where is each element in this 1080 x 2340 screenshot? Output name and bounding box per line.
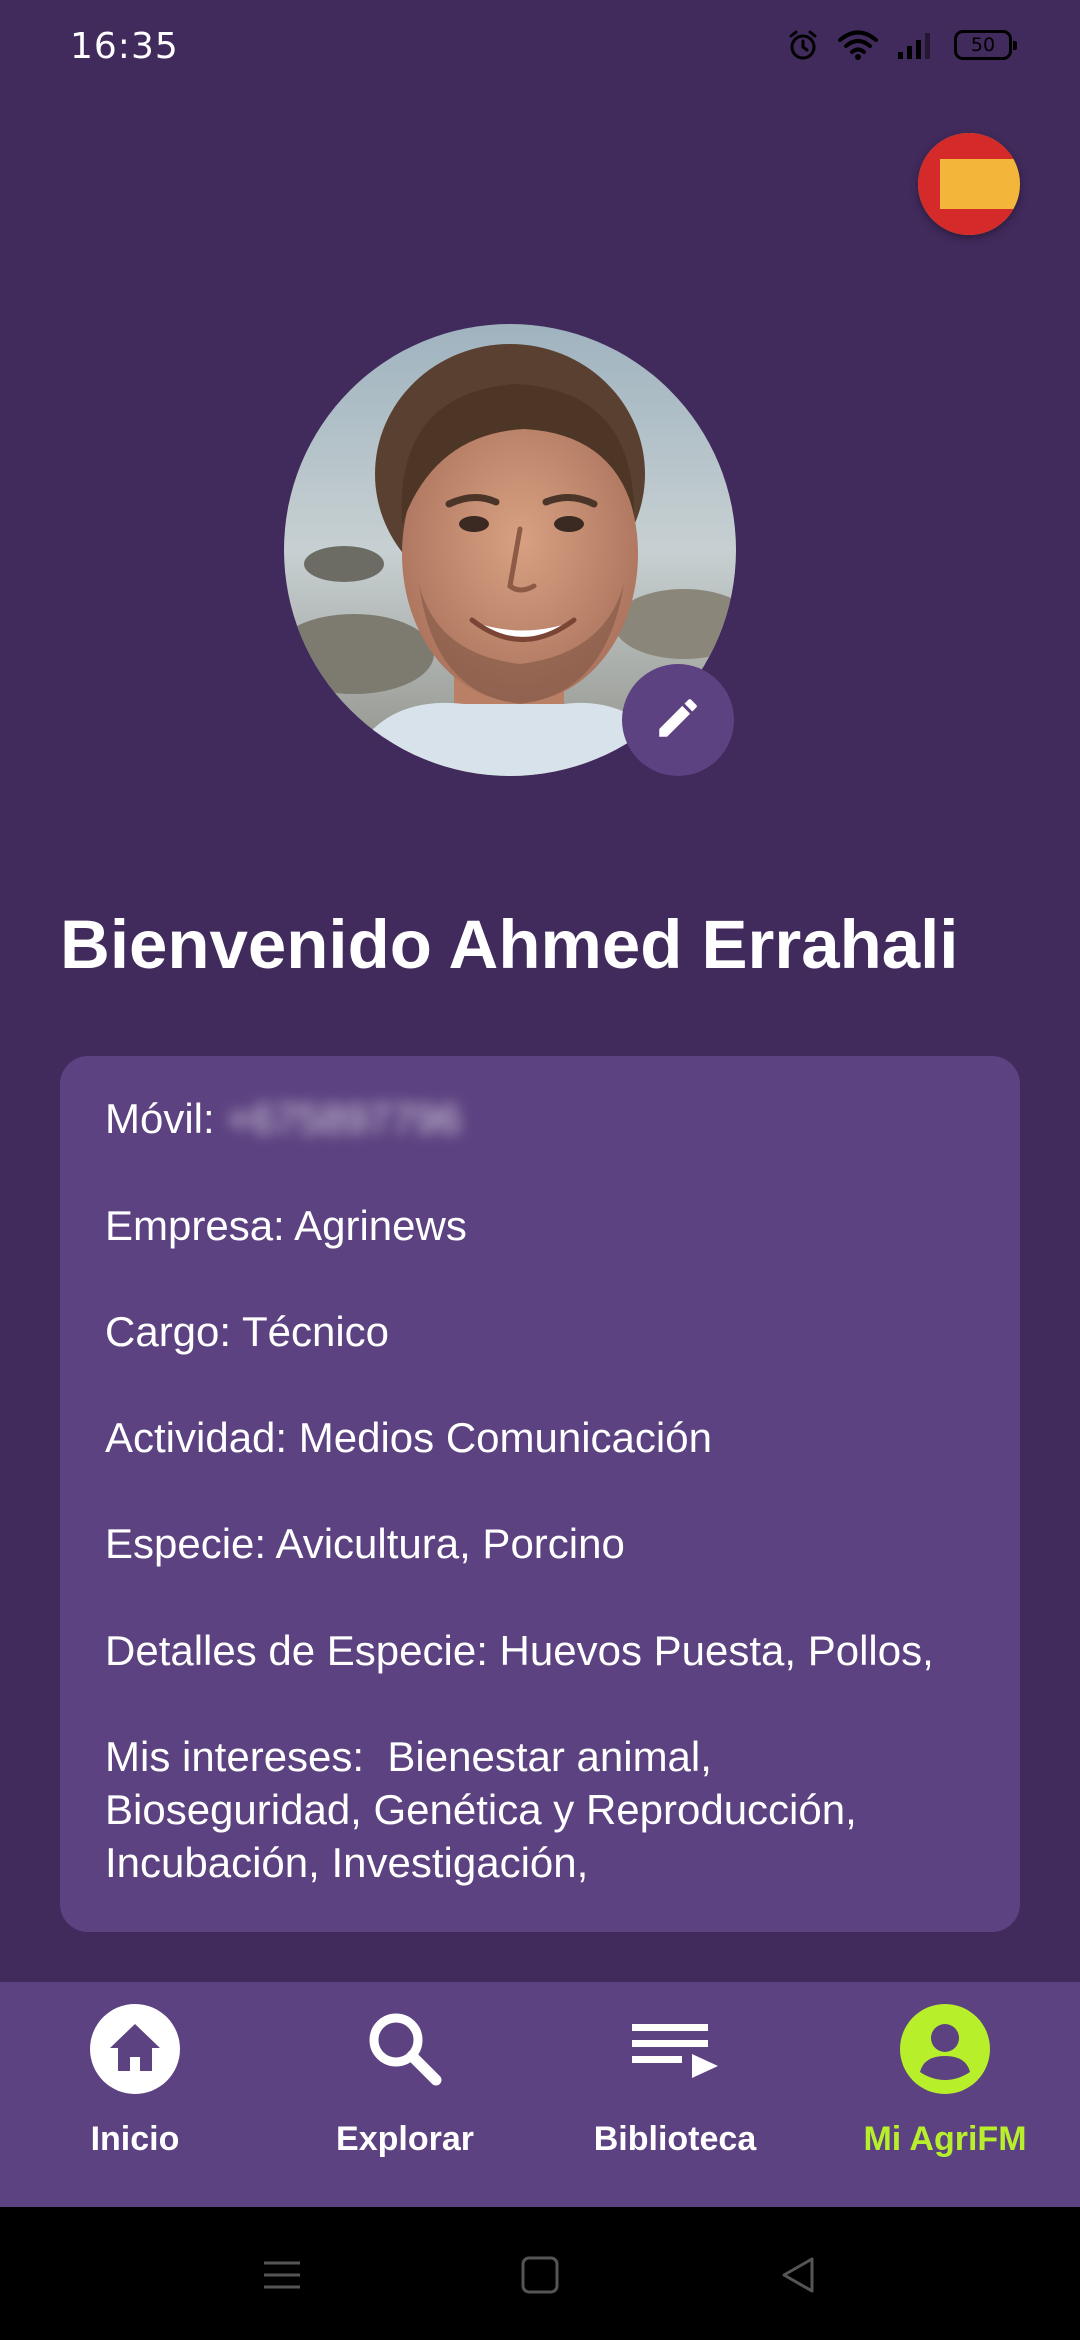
nav-label-inicio: Inicio <box>90 2120 180 2158</box>
spain-flag-icon[interactable] <box>918 133 1020 235</box>
wifi-icon <box>838 29 878 61</box>
nav-item-mi-agrifm[interactable]: Mi AgriFM <box>810 1982 1080 2207</box>
profile-avatar-container <box>284 324 736 776</box>
bottom-navigation: Inicio Explorar Biblioteca Mi AgriFM <box>0 1982 1080 2207</box>
edit-avatar-button[interactable] <box>622 664 734 776</box>
nav-label-explorar: Explorar <box>336 2120 474 2158</box>
playlist-icon <box>630 2004 720 2094</box>
species-row: Especie: Avicultura, Porcino <box>105 1520 625 1567</box>
nav-item-inicio[interactable]: Inicio <box>0 1982 270 2207</box>
nav-item-explorar[interactable]: Explorar <box>270 1982 540 2207</box>
activity-row: Actividad: Medios Comunicación <box>105 1414 712 1461</box>
species-details-row: Detalles de Especie: Huevos Puesta, Poll… <box>105 1627 934 1674</box>
status-bar: 16:35 50 <box>0 0 1080 96</box>
company-row: Empresa: Agrinews <box>105 1202 467 1249</box>
interests-line-1: Mis intereses: Bienestar animal, <box>105 1733 712 1780</box>
pencil-icon <box>653 693 703 748</box>
profile-info-card: Móvil: +675897796 Empresa: Agrinews Carg… <box>60 1056 1020 1932</box>
mobile-value: +675897796 <box>226 1095 462 1142</box>
battery-icon: 50 <box>954 30 1017 60</box>
nav-item-biblioteca[interactable]: Biblioteca <box>540 1982 810 2207</box>
home-square-icon[interactable] <box>508 2243 572 2307</box>
nav-label-mi-agrifm: Mi AgriFM <box>863 2120 1027 2158</box>
signal-icon <box>896 30 936 60</box>
status-icons: 50 <box>786 28 1017 62</box>
interests-row: Mis intereses: Bienestar animal, Biosegu… <box>105 1730 985 1889</box>
status-time: 16:35 <box>70 26 179 67</box>
battery-level: 50 <box>970 34 996 56</box>
alarm-icon <box>786 28 820 62</box>
mobile-row: Móvil: +675897796 <box>105 1092 985 1145</box>
profile-screen: 16:35 50 Bienvenido Ahmed Errahali Móvil… <box>0 0 1080 2340</box>
interests-line-2: Bioseguridad, Genética y Reproducción, <box>105 1786 857 1833</box>
menu-icon[interactable] <box>250 2243 314 2307</box>
home-icon <box>90 2004 180 2094</box>
nav-label-biblioteca: Biblioteca <box>593 2120 757 2158</box>
system-navigation-bar <box>0 2207 1080 2340</box>
mobile-label: Móvil: <box>105 1095 215 1142</box>
account-icon <box>900 2004 990 2094</box>
position-row: Cargo: Técnico <box>105 1308 390 1355</box>
search-icon <box>360 2004 450 2094</box>
welcome-title: Bienvenido Ahmed Errahali <box>60 906 959 983</box>
interests-line-3: Incubación, Investigación, <box>105 1839 589 1886</box>
back-triangle-icon[interactable] <box>766 2243 830 2307</box>
